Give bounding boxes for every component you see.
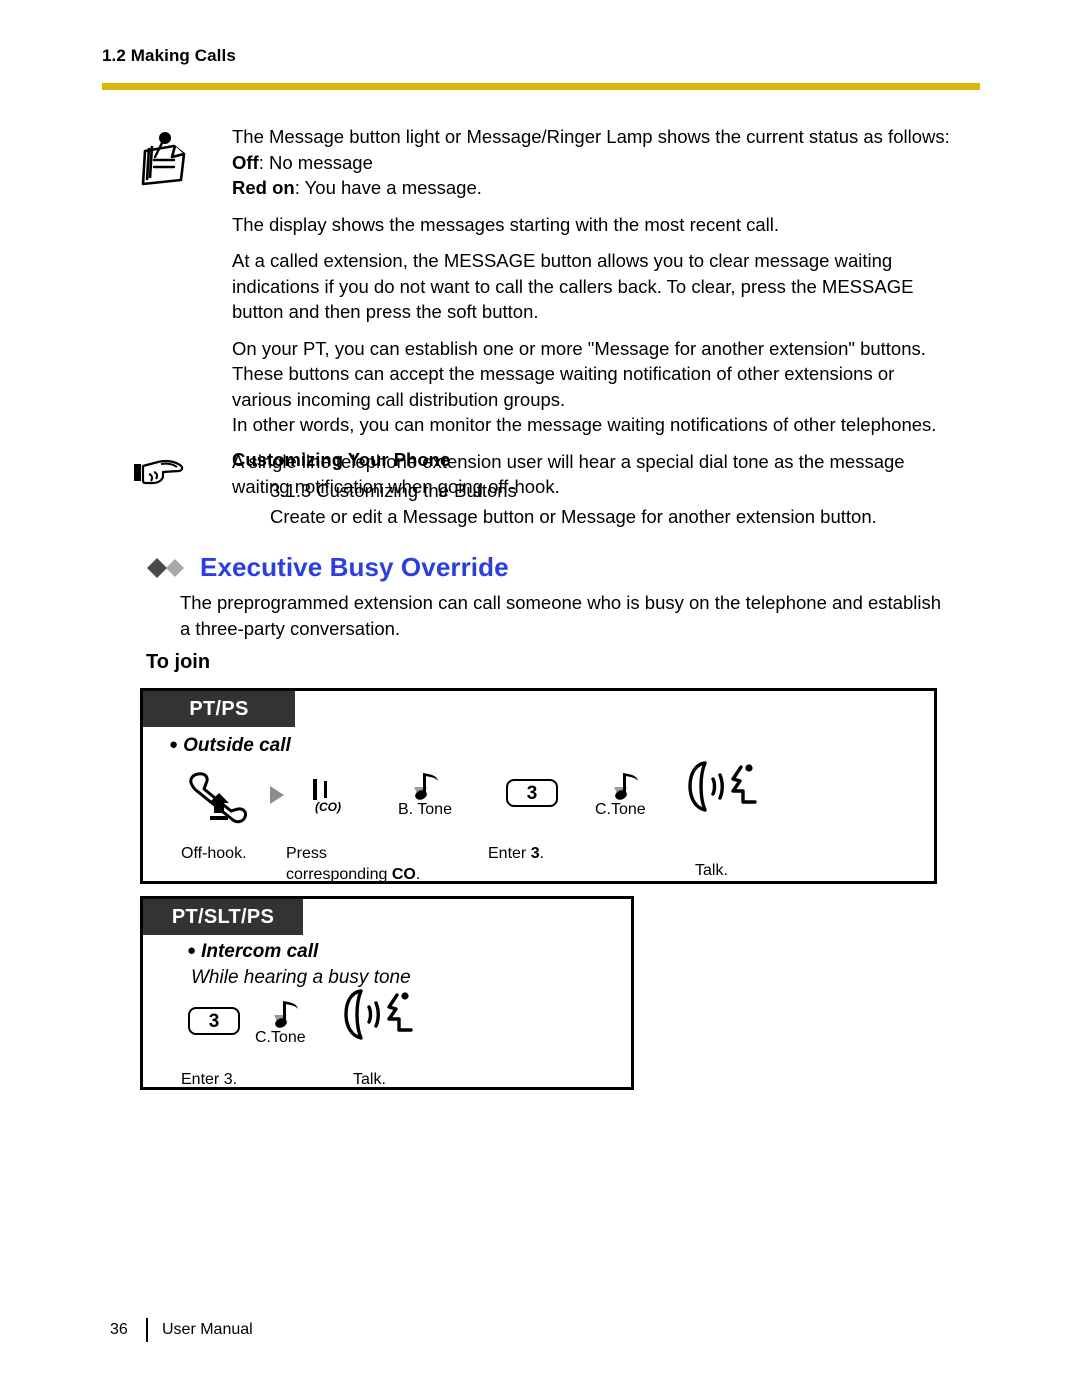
pointing-hand-icon (134, 456, 186, 490)
co-key-bar (313, 779, 317, 800)
feature-heading: Executive Busy Override (146, 552, 509, 583)
call-type-intercom: ● Intercom call (187, 941, 318, 963)
customizing-description: Create or edit a Message button or Messa… (270, 506, 877, 527)
note-line-clear: At a called extension, the MESSAGE butto… (232, 250, 914, 322)
customizing-lines: 3.1.3 Customizing the Buttons Create or … (270, 478, 952, 530)
b-tone-label: B. Tone (398, 801, 452, 818)
talk-handset-icon (683, 757, 761, 824)
note-line-monitor: In other words, you can monitor the mess… (232, 414, 937, 435)
keypad-key-3: 3 (506, 779, 558, 807)
header-yellow-rule (102, 83, 980, 90)
bullet-dot-icon: ● (187, 942, 197, 959)
note-off-label: Off (232, 151, 259, 173)
caption-press-line1: Press (286, 845, 327, 862)
customizing-your-phone-block: Customizing Your Phone 3.1.3 Customizing… (132, 448, 952, 530)
co-line-key-icon: (CO) (313, 779, 341, 814)
offhook-handset-icon (183, 765, 255, 832)
arrow-right-icon (268, 785, 286, 810)
caption-talk: Talk. (353, 1071, 386, 1088)
talk-handset-icon (339, 985, 417, 1052)
page-header-section: 1.2 Making Calls (102, 46, 236, 65)
caption-enter3-bold: 3 (530, 845, 540, 862)
co-key-label: (CO) (315, 800, 341, 814)
call-type-outside: ● Outside call (169, 735, 291, 757)
footer-page-number: 36 (110, 1321, 128, 1338)
caption-enter-3: Enter 3. (181, 1071, 238, 1088)
caption-enter3-post: . (539, 845, 545, 862)
caption-talk: Talk. (695, 862, 728, 879)
page-footer: 36 User Manual (110, 1318, 253, 1342)
flow-box-pt-ps: PT/PS ● Outside call (CO) B. Tone 3 C.To… (140, 688, 937, 884)
keypad-key-3: 3 (188, 1007, 240, 1035)
footer-divider (146, 1318, 148, 1342)
caption-press-line2-post: . (415, 866, 421, 883)
flow-tag-pt-slt-ps: PT/SLT/PS (143, 899, 303, 935)
flow-tag-pt-ps: PT/PS (143, 691, 295, 727)
note-line-status: The Message button light or Message/Ring… (232, 126, 950, 147)
call-type-label: Outside call (183, 735, 291, 756)
note-line-pt: On your PT, you can establish one or mor… (232, 337, 926, 410)
caption-press-line2-pre: corresponding (286, 866, 392, 883)
customizing-reference: 3.1.3 Customizing the Buttons (270, 480, 517, 501)
footer-label: User Manual (162, 1321, 253, 1338)
caption-press-line2-bold: CO (391, 866, 416, 883)
note-pushpin-icon (132, 128, 198, 194)
double-diamond-icon (146, 557, 190, 579)
note-text-body: The Message button light or Message/Ring… (232, 124, 952, 500)
feature-title: Executive Busy Override (200, 552, 509, 582)
note-off-text: : No message (258, 151, 373, 173)
note-line-display: The display shows the messages starting … (232, 213, 780, 235)
c-tone-label: C.Tone (595, 801, 646, 818)
call-type-label: Intercom call (201, 941, 319, 962)
note-red-text: : You have a message. (294, 177, 482, 198)
note-line-off: Off: No message (232, 150, 952, 176)
bullet-dot-icon: ● (169, 736, 179, 753)
caption-press: Press corresponding CO. (286, 843, 420, 885)
to-join-subheading: To join (146, 651, 211, 673)
c-tone-label: C.Tone (255, 1029, 306, 1046)
customizing-title: Customizing Your Phone (232, 449, 451, 470)
feature-description: The preprogrammed extension can call som… (180, 592, 942, 639)
note-line-red: Red on: You have a message. (232, 175, 952, 201)
caption-enter-3: Enter 3. (488, 843, 544, 864)
flow-box-pt-slt-ps: PT/SLT/PS ● Intercom call While hearing a… (140, 896, 634, 1090)
caption-off-hook: Off-hook. (181, 845, 247, 862)
caption-enter3-pre: Enter (488, 845, 531, 862)
note-red-label: Red on (232, 177, 295, 198)
